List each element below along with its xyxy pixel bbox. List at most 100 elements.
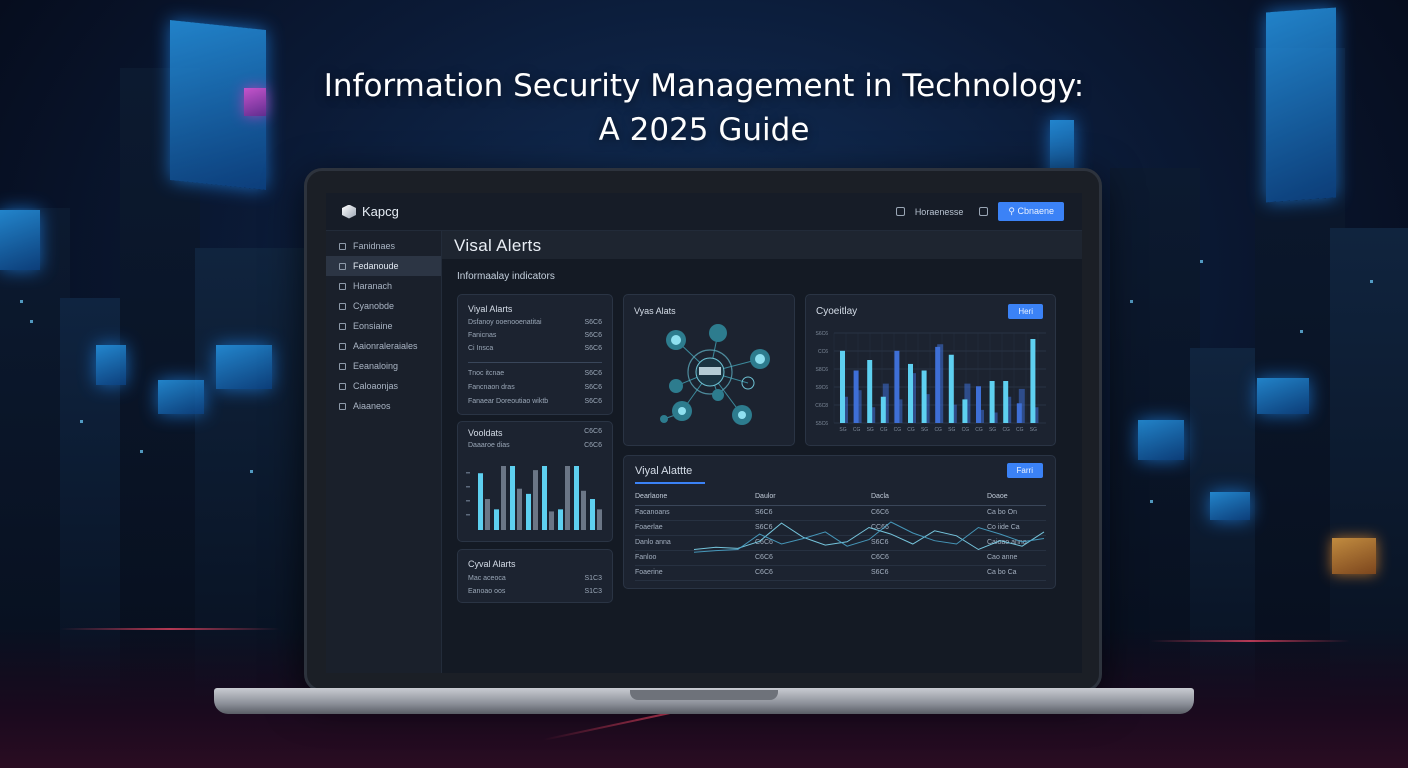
table-row[interactable]: Foaerine C6C6 S6C6 Ca bo Ca bbox=[635, 566, 1046, 581]
cyber-x-tick-label: CG bbox=[934, 427, 942, 433]
cyber-bar-chart: S6C6 CC6 S8C6 S9C6 C6C8 S5C6 SG CG SG CG CG CG SG CG S… bbox=[815, 331, 1046, 433]
sidebar-item[interactable]: Eeanaloing bbox=[326, 356, 441, 376]
brand[interactable]: Kapcg bbox=[342, 204, 399, 219]
cyber-bar bbox=[880, 396, 886, 423]
cyber-x-tick-label: SG bbox=[921, 427, 928, 433]
vooldats-card: Vooldats C6C6 Daaaroe dias C6C6 bbox=[457, 421, 613, 542]
list-item-value: S6C6 bbox=[584, 332, 602, 339]
list-item: Tnoc itcnae S6C6 bbox=[468, 370, 602, 377]
table-cell: C6C6 bbox=[755, 554, 773, 561]
logo-cube-icon bbox=[342, 204, 356, 219]
list-item-value: S6C6 bbox=[584, 345, 602, 352]
cyber-bar bbox=[1016, 403, 1022, 423]
brand-name: Kapcg bbox=[362, 204, 399, 219]
vooldats-axis-tick bbox=[466, 472, 470, 474]
page-title: Visal Alerts bbox=[454, 236, 542, 255]
sidebar-item[interactable]: Aiaaneos bbox=[326, 396, 441, 416]
headline-line-1: Information Security Management in Techn… bbox=[323, 68, 1085, 104]
laptop-notch bbox=[630, 690, 778, 700]
notification-icon[interactable] bbox=[895, 207, 905, 216]
main-panel: Visal Alerts Informaalay indicators Viya… bbox=[442, 231, 1082, 673]
cyber-x-tick-label: CG bbox=[962, 427, 970, 433]
cyber-bar bbox=[948, 354, 954, 423]
sidebar-item[interactable]: Aaionraleraiales bbox=[326, 336, 441, 356]
table-card-button[interactable]: Farri bbox=[1006, 463, 1043, 478]
sidebar-item-icon bbox=[339, 402, 346, 410]
list-item-value: S6C6 bbox=[584, 384, 602, 391]
top-actions: Horaenesse ⚲ Cbnaene bbox=[895, 202, 1064, 221]
vooldats-bar bbox=[494, 509, 499, 530]
list-item-label: Mac aceoca bbox=[468, 575, 506, 582]
cyber-y-tick-label: C6C8 bbox=[815, 403, 828, 409]
cyber-x-tick-label: CG bbox=[853, 427, 861, 433]
table-row[interactable]: Danlo anna C6C6 S6C6 Caioao anno bbox=[635, 536, 1046, 551]
alerts-divider bbox=[468, 362, 602, 363]
table-cell: C6C6 bbox=[755, 539, 773, 546]
cyber-x-tick-label: CG bbox=[894, 427, 902, 433]
vooldats-bar bbox=[565, 466, 570, 530]
list-item-value: S6C6 bbox=[584, 370, 602, 377]
cyber-bar bbox=[989, 381, 995, 423]
sidebar-item-label: Cyanobde bbox=[353, 301, 395, 311]
sidebar-item[interactable]: Eonsiaine bbox=[326, 316, 441, 336]
vooldats-bar bbox=[485, 499, 490, 530]
list-item: Dsfanoy ooenooenatitai S6C6 bbox=[468, 319, 602, 326]
vooldats-bar bbox=[501, 466, 506, 530]
top-link[interactable]: Horaenesse bbox=[915, 207, 964, 217]
list-item-label: Eanoao oos bbox=[468, 588, 506, 595]
cyber-x-tick-label: CG bbox=[880, 427, 888, 433]
sidebar-item-icon bbox=[339, 262, 346, 270]
sidebar-item-icon bbox=[339, 302, 346, 310]
list-item-value: S1C3 bbox=[584, 575, 602, 582]
sidebar-item-label: Eeanaloing bbox=[353, 361, 399, 371]
vooldats-bar bbox=[581, 490, 586, 530]
cyber-card: Cyoeitlay Heri S6C6 CC6 S8C6 S9C6 C6C8 S5C6 SG… bbox=[805, 294, 1056, 446]
sidebar-item[interactable]: Haranach bbox=[326, 276, 441, 296]
cyber-bar bbox=[935, 346, 941, 423]
sidebar-item[interactable]: Fanidnaes bbox=[326, 236, 441, 256]
top-search-button[interactable]: ⚲ Cbnaene bbox=[998, 202, 1064, 221]
cyber-x-tick-label: CG bbox=[907, 427, 915, 433]
settings-icon[interactable] bbox=[979, 207, 989, 216]
sidebar-item-icon bbox=[339, 322, 346, 330]
sidebar-item-label: Fanidnaes bbox=[353, 241, 396, 251]
cyber-x-tick-label: SG bbox=[867, 427, 874, 433]
table-header-cell: Doaoe bbox=[987, 493, 1008, 500]
list-item-value: S1C3 bbox=[584, 588, 602, 595]
list-item: Mac aceoca S1C3 bbox=[468, 575, 602, 582]
cyber-bar bbox=[840, 350, 845, 423]
sidebar-item[interactable]: Cyanobde bbox=[326, 296, 441, 316]
list-item-label: Fancnaon dras bbox=[468, 384, 515, 391]
cyber-y-tick-label: S8C6 bbox=[815, 367, 828, 373]
table-cell: Caioao anno bbox=[987, 539, 1027, 546]
list-item-value: S6C6 bbox=[584, 398, 602, 405]
sidebar-item-label: Aiaaneos bbox=[353, 401, 391, 411]
network-card: Vyas Alats bbox=[623, 294, 795, 446]
list-item: Eanoao oos S1C3 bbox=[468, 588, 602, 595]
top-search-button-label: Cbnaene bbox=[1017, 206, 1054, 216]
list-item: Ci Insca S6C6 bbox=[468, 345, 602, 352]
cyval-card: Cyval Alarts Mac aceoca S1C3 Eanoao oos S1C… bbox=[457, 549, 613, 603]
sidebar-item[interactable]: Caloaonjas bbox=[326, 376, 441, 396]
sidebar-item-icon bbox=[339, 342, 346, 350]
table-row[interactable]: Foaerlae S6C6 CC66 Co iide Ca bbox=[635, 521, 1046, 536]
headline-line-2: A 2025 Guide bbox=[598, 112, 810, 148]
table-cell: S6C6 bbox=[755, 509, 773, 516]
vooldats-bar bbox=[533, 470, 538, 530]
table-row[interactable]: Facanoans S6C6 C6C6 Ca bo On bbox=[635, 506, 1046, 521]
cyber-bar bbox=[976, 386, 981, 423]
sidebar-item[interactable]: Fedanoude bbox=[326, 256, 441, 276]
vooldats-bar bbox=[526, 493, 531, 530]
table-header-row: Dearlaone Daulor Dacla Doaoe bbox=[635, 490, 1046, 506]
table-row[interactable]: Fanloo C6C6 C6C6 Cao anne bbox=[635, 551, 1046, 566]
cyber-x-tick-label: SG bbox=[839, 427, 846, 433]
sidebar-item-icon bbox=[339, 242, 346, 250]
list-item-label: Fanaear Doreoutiao wiktb bbox=[468, 398, 549, 405]
cyber-y-tick-label: S5C6 bbox=[815, 421, 828, 427]
cyber-x-tick-label: CG bbox=[975, 427, 983, 433]
table-card: Viyal Alattte Farri Dearlaone Daulor Dacla… bbox=[623, 455, 1056, 589]
table-header-cell: Daulor bbox=[755, 493, 776, 500]
table-cell: Foaerlae bbox=[635, 524, 663, 531]
list-item: Fancnaon dras S6C6 bbox=[468, 384, 602, 391]
table-cell: Cao anne bbox=[987, 554, 1018, 561]
